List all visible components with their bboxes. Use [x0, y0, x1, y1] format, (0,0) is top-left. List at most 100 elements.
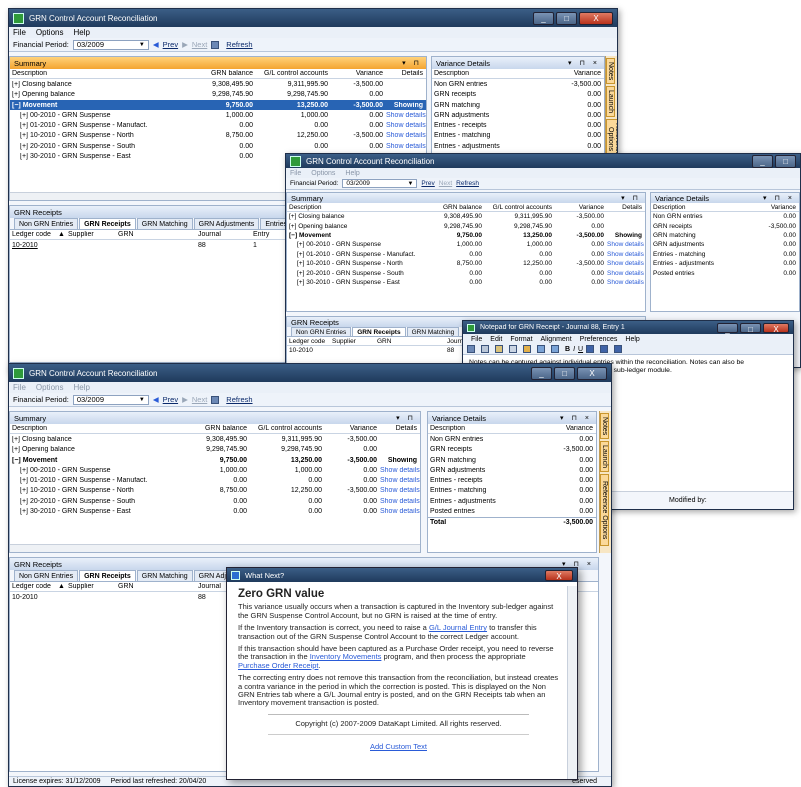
summary-row[interactable]: [+] 30-2010 - GRN Suspense - East 0.00 0.0…: [287, 278, 645, 287]
tab-non-grn-entries[interactable]: Non GRN Entries: [291, 327, 352, 336]
col-grn[interactable]: GRN: [118, 583, 198, 590]
purchase-order-receipt-link[interactable]: Purchase Order Receipt: [238, 661, 318, 670]
variance-row[interactable]: GRN adjustments 0.00: [651, 240, 799, 249]
menu-help[interactable]: Help: [625, 336, 639, 343]
summary-row[interactable]: [+] 00-2010 - GRN Suspense 1,000.00 1,000.…: [10, 110, 426, 120]
variance-row[interactable]: GRN matching 0.00: [428, 455, 596, 465]
summary-row[interactable]: [+] 20-2010 - GRN Suspense - South 0.00 0.…: [10, 496, 420, 506]
col-supplier[interactable]: Supplier: [68, 583, 118, 590]
details-link[interactable]: Show details: [386, 132, 426, 139]
details-link[interactable]: Show details: [386, 143, 426, 150]
expand-icon[interactable]: [+]: [20, 508, 30, 515]
collapse-icon[interactable]: [−]: [289, 232, 299, 239]
add-custom-text-link[interactable]: Add Custom Text: [370, 742, 427, 751]
menu-options[interactable]: Options: [311, 170, 335, 177]
col-gl-control[interactable]: G/L control accounts: [485, 204, 555, 211]
align-left-icon[interactable]: [586, 345, 595, 353]
summary-row[interactable]: [+] Opening balance 9,298,745.90 9,298,745…: [287, 221, 645, 230]
summary-row[interactable]: [+] 20-2010 - GRN Suspense - South 0.00 0.…: [287, 268, 645, 277]
variance-row[interactable]: GRN receipts -3,500.00: [651, 221, 799, 230]
col-var-variance[interactable]: Variance: [749, 204, 799, 211]
dialog-title-bar[interactable]: What Next? X: [227, 568, 577, 582]
underline-icon[interactable]: U: [578, 346, 583, 353]
close-button[interactable]: X: [763, 322, 789, 334]
paste-icon[interactable]: [523, 345, 531, 353]
print-icon[interactable]: [481, 345, 489, 353]
details-link[interactable]: Show details: [607, 251, 645, 258]
menu-file[interactable]: File: [13, 383, 26, 392]
launch-tab[interactable]: Launch: [600, 441, 609, 473]
col-grn-balance[interactable]: GRN balance: [192, 425, 250, 432]
variance-row[interactable]: GRN matching 0.00: [432, 100, 604, 110]
tab-grn-matching[interactable]: GRN Matching: [136, 570, 193, 581]
expand-icon[interactable]: [+]: [20, 487, 30, 494]
notepad-title-bar[interactable]: Notepad for GRN Receipt - Journal 88, En…: [463, 321, 793, 334]
col-supplier[interactable]: Supplier: [332, 338, 377, 345]
close-button[interactable]: X: [579, 11, 613, 25]
details-link[interactable]: Showing: [380, 457, 420, 464]
menu-preferences[interactable]: Preferences: [580, 336, 618, 343]
col-details[interactable]: Details: [386, 70, 426, 77]
col-details[interactable]: Details: [607, 204, 645, 211]
prev-button[interactable]: Prev: [163, 40, 178, 49]
details-link[interactable]: Show details: [380, 467, 420, 474]
details-link[interactable]: Show details: [607, 270, 645, 277]
menu-options[interactable]: Options: [36, 28, 64, 37]
col-description[interactable]: Description: [287, 204, 431, 211]
tab-grn-receipts[interactable]: GRN Receipts: [79, 570, 136, 581]
undo-icon[interactable]: [537, 345, 545, 353]
expand-icon[interactable]: [+]: [20, 467, 30, 474]
dialog-scrollbar[interactable]: [567, 586, 577, 779]
title-bar[interactable]: GRN Control Account Reconciliation _ □ X: [9, 364, 611, 382]
col-ledger-code[interactable]: Ledger code: [287, 338, 332, 345]
col-description[interactable]: Description: [10, 70, 198, 77]
minimize-button[interactable]: _: [531, 366, 552, 380]
col-grn-balance[interactable]: GRN balance: [431, 204, 485, 211]
tab-grn-matching[interactable]: GRN Matching: [136, 218, 193, 229]
title-bar[interactable]: GRN Control Account Reconciliation _ □: [286, 154, 800, 168]
variance-row[interactable]: Non GRN entries 0.00: [651, 212, 799, 221]
variance-row[interactable]: Posted entries 0.00: [651, 268, 799, 277]
prev-button[interactable]: Prev: [163, 395, 178, 404]
menu-edit[interactable]: Edit: [490, 336, 502, 343]
variance-row[interactable]: Entries - matching 0.00: [428, 486, 596, 496]
col-ledger-code[interactable]: Ledger code: [10, 231, 58, 238]
expand-icon[interactable]: [+]: [20, 122, 30, 129]
expand-icon[interactable]: [+]: [12, 446, 22, 453]
col-ledger-code[interactable]: Ledger code: [10, 583, 58, 590]
tab-non-grn-entries[interactable]: Non GRN Entries: [14, 218, 79, 229]
details-link[interactable]: Show details: [380, 487, 420, 494]
variance-row[interactable]: Entries - receipts 0.00: [432, 120, 604, 130]
menu-file[interactable]: File: [290, 170, 301, 177]
variance-row[interactable]: Non GRN entries -3,500.00: [432, 79, 604, 89]
details-link[interactable]: Show details: [607, 279, 645, 286]
cut-icon[interactable]: [495, 345, 503, 353]
collapse-icon[interactable]: [−]: [12, 457, 23, 464]
details-link[interactable]: Show details: [380, 508, 420, 515]
menu-file[interactable]: File: [13, 28, 26, 37]
menu-format[interactable]: Format: [510, 336, 532, 343]
menu-options[interactable]: Options: [36, 383, 64, 392]
variance-row[interactable]: GRN receipts -3,500.00: [428, 445, 596, 455]
redo-icon[interactable]: [551, 345, 559, 353]
prev-button[interactable]: Prev: [421, 180, 434, 187]
expand-icon[interactable]: [+]: [297, 279, 306, 286]
summary-row[interactable]: [+] 01-2010 - GRN Suspense - Manufact. 0.…: [10, 475, 420, 485]
tab-non-grn-entries[interactable]: Non GRN Entries: [14, 570, 79, 581]
col-gl-control[interactable]: G/L control accounts: [256, 70, 331, 77]
summary-row[interactable]: [+] Opening balance 9,298,745.90 9,298,745…: [10, 90, 426, 100]
menu-help[interactable]: Help: [73, 28, 89, 37]
close-button[interactable]: X: [577, 366, 607, 380]
variance-row[interactable]: Entries - matching 0.00: [651, 250, 799, 259]
col-var-description[interactable]: Description: [428, 425, 541, 432]
summary-row[interactable]: [+] 10-2010 - GRN Suspense - North 8,750.…: [10, 131, 426, 141]
col-grn[interactable]: GRN: [118, 231, 198, 238]
col-description[interactable]: Description: [10, 425, 192, 432]
summary-row[interactable]: [+] Closing balance 9,308,495.90 9,311,995…: [10, 79, 426, 89]
variance-row[interactable]: Entries - adjustments 0.00: [432, 141, 604, 151]
tab-grn-receipts[interactable]: GRN Receipts: [352, 327, 406, 336]
expand-icon[interactable]: [+]: [297, 241, 306, 248]
col-var-variance[interactable]: Variance: [541, 425, 596, 432]
summary-row[interactable]: [+] Closing balance 9,308,495.90 9,311,995…: [10, 434, 420, 444]
minimize-button[interactable]: _: [533, 11, 554, 25]
